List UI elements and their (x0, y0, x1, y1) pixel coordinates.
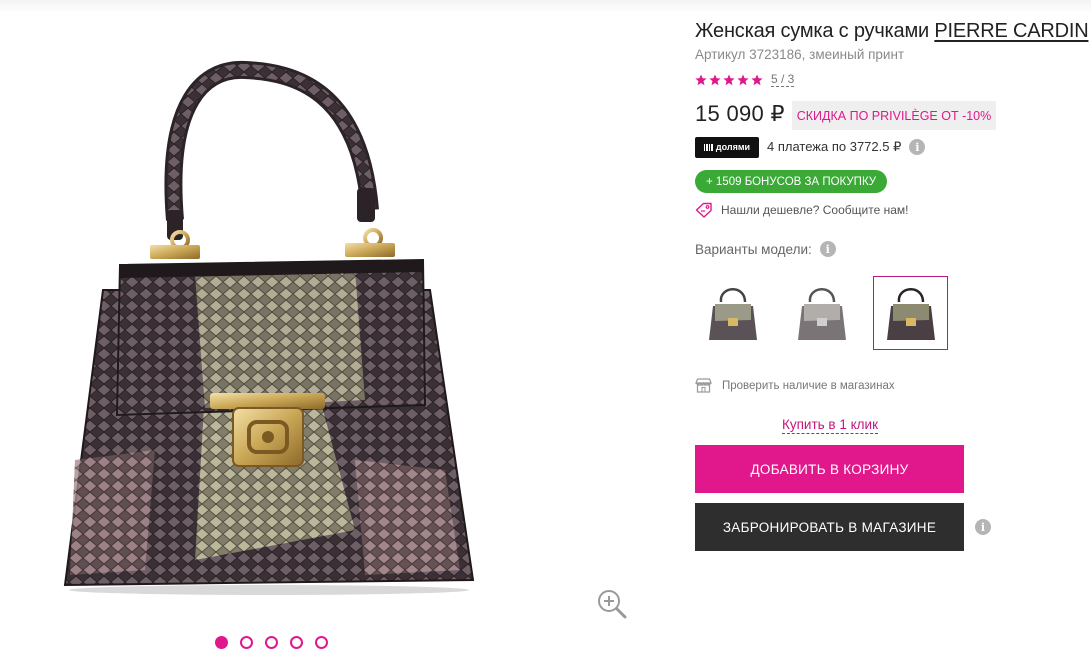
rating-stars (695, 74, 763, 86)
info-icon[interactable]: i (975, 519, 991, 535)
reserve-in-store-button[interactable]: ЗАБРОНИРОВАТЬ В МАГАЗИНЕ (695, 503, 964, 551)
variants-list (695, 276, 948, 350)
gallery-dot-5[interactable] (315, 636, 328, 649)
star-icon (709, 74, 721, 85)
star-icon (751, 74, 763, 85)
stock-check-link[interactable]: Проверить наличие в магазинах (695, 378, 895, 393)
product-rating: 5 / 3 (695, 72, 795, 87)
star-icon (737, 74, 749, 85)
brand-link[interactable]: PIERRE CARDIN (934, 20, 1088, 42)
buy-one-click-link[interactable]: Купить в 1 клик (782, 416, 878, 434)
gallery-dot-2[interactable] (240, 636, 253, 649)
info-icon[interactable]: i (909, 139, 926, 155)
star-icon (723, 74, 735, 85)
star-icon (695, 74, 707, 85)
product-title-text: Женская сумка с ручками (695, 20, 935, 42)
dolyami-bars-icon (703, 143, 713, 151)
price-tag-icon (695, 202, 712, 218)
variants-label: Варианты модели: i (695, 241, 836, 257)
privilege-discount-badge[interactable]: СКИДКА ПО PRIVILÈGE ОТ -10% (792, 101, 996, 130)
found-cheaper-text: Нашли дешевле? Сообщите нам! (721, 203, 909, 217)
gallery-dot-4[interactable] (290, 636, 303, 649)
dolyami-logo: долями (695, 136, 759, 158)
found-cheaper-link[interactable]: Нашли дешевле? Сообщите нам! (695, 202, 908, 218)
info-icon[interactable]: i (819, 241, 836, 257)
product-main-photo[interactable] (55, 60, 485, 600)
gallery-pagination (215, 636, 328, 649)
reviews-link[interactable]: 5 / 3 (771, 72, 795, 87)
add-to-cart-button[interactable]: ДОБАВИТЬ В КОРЗИНУ (695, 445, 964, 493)
product-gallery (0, 0, 680, 661)
store-icon (695, 378, 712, 393)
gallery-dot-1[interactable] (215, 636, 228, 649)
variants-label-text: Варианты модели: (695, 241, 812, 257)
variant-thumb-3[interactable] (873, 276, 948, 350)
product-info: Женская сумка с ручками PIERRE CARDIN Ар… (695, 0, 1089, 661)
gallery-dot-3[interactable] (265, 636, 278, 649)
variant-thumb-2[interactable] (784, 276, 859, 350)
product-price: 15 090 ₽ (695, 101, 785, 126)
dolyami-logo-text: долями (715, 142, 751, 152)
product-title: Женская сумка с ручками PIERRE CARDIN (695, 19, 1089, 43)
zoom-in-icon[interactable] (596, 588, 628, 620)
bonus-badge: + 1509 БОНУСОВ ЗА ПОКУПКУ (695, 170, 888, 193)
installments-row: долями 4 платежа по 3772.5 ₽ i (695, 136, 926, 158)
installments-text: 4 платежа по 3772.5 ₽ (767, 139, 902, 154)
product-article: Артикул 3723186, змеиный принт (695, 47, 905, 62)
stock-check-text: Проверить наличие в магазинах (722, 379, 895, 392)
variant-thumb-1[interactable] (695, 276, 770, 350)
